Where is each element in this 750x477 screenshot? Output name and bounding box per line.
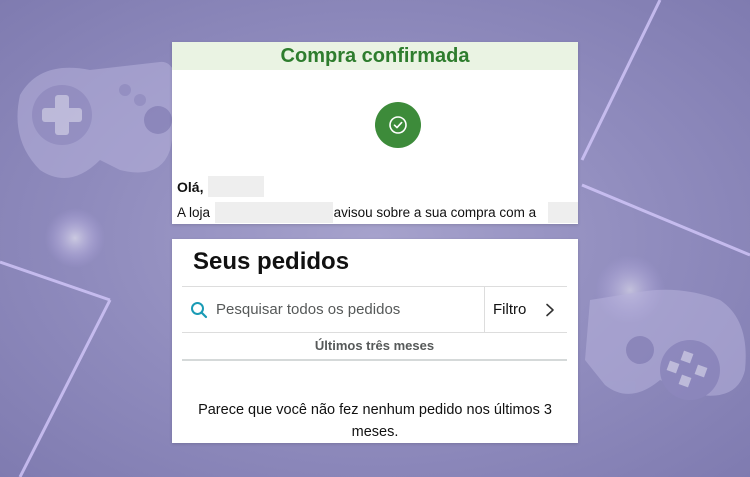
orders-panel: Seus pedidos Pesquisar todos os pedidos …	[172, 239, 578, 443]
notice-middle: avisou sobre a sua compra com a	[333, 205, 537, 220]
confirmation-title: Compra confirmada	[172, 42, 578, 70]
redacted-name	[208, 176, 264, 197]
filter-button[interactable]: Filtro	[485, 287, 567, 332]
greeting-text: Olá,	[177, 179, 204, 195]
redacted-store	[215, 202, 333, 223]
period-filter-label[interactable]: Últimos três meses	[182, 331, 567, 361]
purchase-confirmation-card: Compra confirmada Olá, A loja avisou sob…	[172, 42, 578, 224]
notice-prefix: A loja	[177, 205, 211, 220]
search-input[interactable]: Pesquisar todos os pedidos	[182, 287, 485, 332]
check-icon	[375, 102, 421, 148]
empty-orders-message: Parece que você não fez nenhum pedido no…	[198, 402, 552, 440]
gamepad-icon	[17, 61, 179, 178]
search-bar: Pesquisar todos os pedidos Filtro	[182, 286, 567, 333]
search-placeholder: Pesquisar todos os pedidos	[216, 301, 401, 318]
redacted-company	[548, 202, 578, 223]
gamepad-icon	[585, 289, 746, 400]
page-title: Seus pedidos	[193, 248, 350, 275]
search-icon	[191, 301, 208, 318]
chevron-right-icon	[546, 303, 554, 316]
filter-label: Filtro	[493, 301, 527, 318]
